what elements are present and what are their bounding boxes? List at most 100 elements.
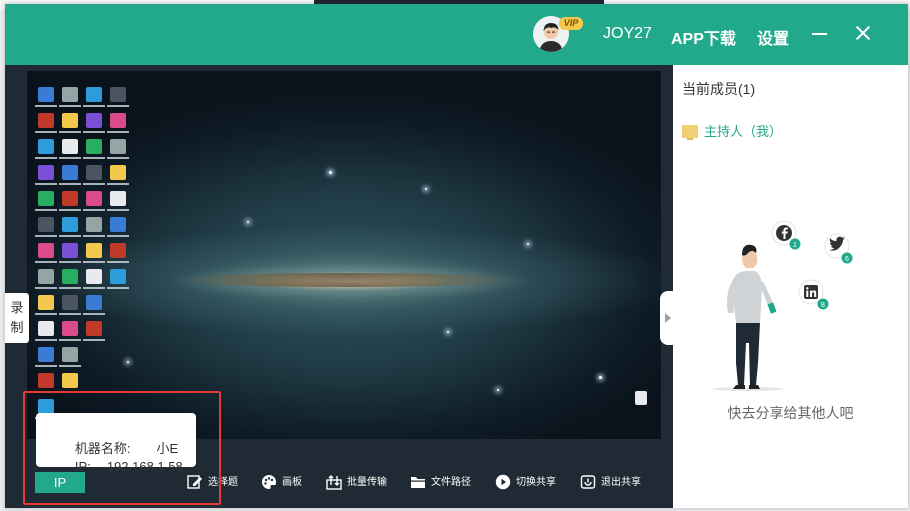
desktop-icon-label — [59, 287, 81, 289]
desktop-app-icon — [110, 191, 126, 206]
desktop-icon-label — [59, 157, 81, 159]
desktop-app-icon — [86, 113, 102, 128]
desktop-icon-label — [83, 105, 105, 107]
desktop-icon-label — [35, 235, 57, 237]
desktop-icon-label — [83, 183, 105, 185]
desktop-app-icon — [86, 165, 102, 180]
tool-label: 批量传输 — [347, 477, 387, 488]
desktop-icon-label — [35, 131, 57, 133]
tool-label: 切换共享 — [516, 477, 556, 488]
desktop-icon-label — [59, 365, 81, 367]
settings-link[interactable]: 设置 — [757, 25, 789, 49]
record-tab-char: 录 — [10, 300, 24, 315]
desktop-app-icon — [86, 87, 102, 102]
user-name[interactable]: JOY27 — [603, 25, 652, 43]
linkedin-icon: 8 — [798, 279, 829, 310]
record-tab-char: 制 — [10, 320, 24, 335]
desktop-app-icon — [62, 373, 78, 388]
desktop-app-icon — [38, 373, 54, 388]
share-illustration: 1 6 8 — [698, 213, 878, 393]
switch-share-button[interactable]: 切换共享 — [495, 473, 556, 493]
desktop-app-icon — [62, 347, 78, 362]
desktop-icon-label — [107, 235, 129, 237]
batch-transfer-button[interactable]: 批量传输 — [326, 473, 387, 493]
exit-share-button[interactable]: 退出共享 — [580, 473, 641, 493]
desktop-app-icon — [86, 191, 102, 206]
facebook-icon: 1 — [771, 220, 801, 250]
members-panel: 当前成员(1) 主持人（我） 1 6 8 快去分享给其他人吧 — [673, 65, 908, 508]
minimize-icon[interactable] — [805, 22, 833, 46]
desktop-icon-label — [35, 365, 57, 367]
desktop-icon-label — [35, 157, 57, 159]
desktop-app-icon — [62, 217, 78, 232]
desktop-app-icon — [110, 139, 126, 154]
star — [127, 361, 129, 363]
screen-share-window: VIP JOY27 APP下载 设置 录 制 IP 选择题 画板 批量传输 文件… — [5, 4, 908, 508]
desktop-icon-label — [35, 209, 57, 211]
desktop-app-icon — [62, 295, 78, 310]
star — [425, 188, 427, 190]
desktop-icon-label — [107, 131, 129, 133]
app-download-link[interactable]: APP下载 — [671, 25, 736, 49]
desktop-app-icon — [62, 243, 78, 258]
desktop-app-icon — [110, 217, 126, 232]
desktop-icon-label — [59, 183, 81, 185]
tool-label: 退出共享 — [601, 477, 641, 488]
host-label: 主持人（我） — [704, 124, 783, 139]
desktop-icon-label — [35, 287, 57, 289]
desktop-icon-label — [83, 209, 105, 211]
star — [447, 331, 449, 333]
switch-icon — [495, 474, 511, 490]
desktop-app-icon — [38, 87, 54, 102]
remote-desktop-view[interactable] — [27, 71, 661, 439]
facebook-count: 1 — [793, 242, 797, 249]
palette-icon — [261, 474, 277, 490]
desktop-app-icon — [86, 321, 102, 336]
desktop-app-icon — [62, 269, 78, 284]
record-tab[interactable]: 录 制 — [5, 293, 29, 343]
desktop-icon-label — [35, 261, 57, 263]
desktop-file-icon — [635, 391, 647, 405]
desktop-app-icon — [38, 295, 54, 310]
desktop-app-icon — [86, 243, 102, 258]
desktop-icon-label — [83, 235, 105, 237]
screen-root: VIP JOY27 APP下载 设置 录 制 IP 选择题 画板 批量传输 文件… — [0, 0, 910, 511]
close-icon[interactable] — [851, 21, 875, 45]
desktop-app-icon — [86, 139, 102, 154]
desktop-icon-label — [59, 209, 81, 211]
twitter-icon: 6 — [824, 233, 853, 264]
desktop-app-icon — [110, 87, 126, 102]
desktop-icon-label — [59, 235, 81, 237]
host-member-item[interactable]: 主持人（我） — [682, 121, 782, 140]
desktop-icon-label — [35, 105, 57, 107]
file-path-button[interactable]: 文件路径 — [410, 473, 471, 493]
highlight-annotation-box — [23, 391, 221, 505]
desktop-icon-label — [107, 105, 129, 107]
desktop-icon-label — [59, 105, 81, 107]
desktop-app-icon — [86, 269, 102, 284]
desktop-icon-label — [83, 261, 105, 263]
desktop-app-icon — [38, 139, 54, 154]
desktop-app-icon — [38, 191, 54, 206]
whiteboard-button[interactable]: 画板 — [261, 473, 302, 493]
star — [527, 243, 529, 245]
linkedin-count: 8 — [821, 302, 825, 309]
desktop-app-icon — [38, 321, 54, 336]
twitter-count: 6 — [845, 256, 849, 263]
desktop-icon-label — [83, 287, 105, 289]
desktop-icon-label — [107, 183, 129, 185]
desktop-icon-label — [59, 261, 81, 263]
desktop-icon-label — [59, 131, 81, 133]
desktop-app-icon — [62, 139, 78, 154]
desktop-icon-label — [59, 339, 81, 341]
desktop-app-icon — [38, 113, 54, 128]
exit-icon — [580, 474, 596, 490]
transfer-icon — [326, 474, 342, 491]
desktop-icon-label — [107, 209, 129, 211]
desktop-app-icon — [86, 217, 102, 232]
desktop-app-icon — [62, 165, 78, 180]
desktop-app-icon — [62, 191, 78, 206]
tool-label: 画板 — [282, 477, 302, 488]
monitor-icon — [682, 125, 698, 140]
desktop-app-icon — [110, 113, 126, 128]
